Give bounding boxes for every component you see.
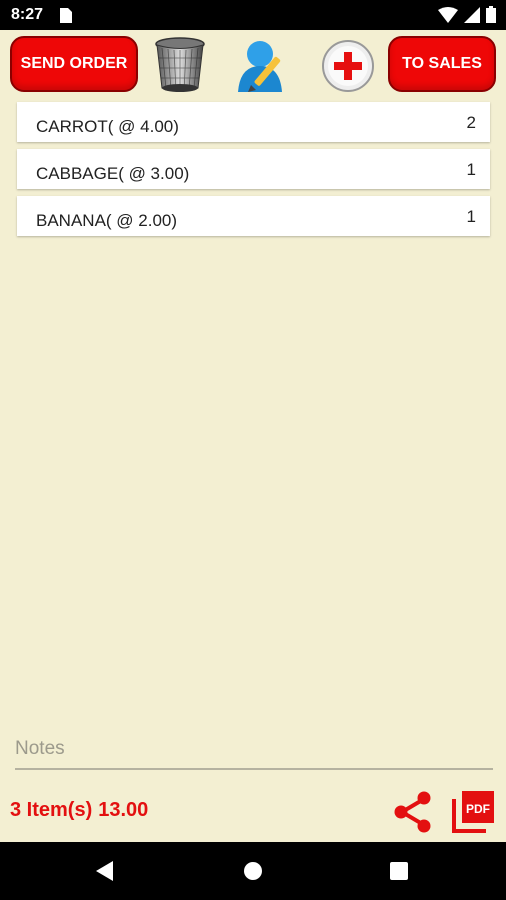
recent-apps-button[interactable] (369, 842, 429, 900)
customer-edit-icon[interactable] (236, 36, 292, 94)
trash-icon[interactable] (152, 36, 208, 94)
notes-input[interactable] (15, 732, 493, 766)
back-icon (96, 861, 113, 881)
list-item[interactable]: CABBAGE( @ 3.00) 1 (17, 149, 490, 189)
pdf-icon[interactable]: PDF (452, 789, 494, 833)
recent-apps-icon (390, 862, 408, 880)
list-item[interactable]: BANANA( @ 2.00) 1 (17, 196, 490, 236)
home-button[interactable] (223, 842, 283, 900)
share-icon[interactable] (392, 790, 434, 834)
item-qty: 2 (466, 113, 476, 132)
item-qty: 1 (466, 160, 476, 179)
item-name: BANANA( @ 2.00) (36, 211, 178, 230)
order-summary: 3 Item(s) 13.00 (10, 799, 154, 822)
signal-icon (464, 6, 480, 23)
sim-card-icon (60, 8, 72, 23)
back-button[interactable] (76, 842, 136, 900)
send-order-button[interactable]: SEND ORDER (10, 36, 138, 92)
status-bar: 8:27 (0, 0, 506, 30)
order-total: 13.00 (98, 799, 149, 821)
notes-field-wrapper (15, 732, 493, 770)
add-icon[interactable] (320, 36, 376, 94)
status-time: 8:27 (11, 6, 44, 23)
battery-icon (486, 6, 496, 23)
to-sales-button[interactable]: TO SALES (388, 36, 496, 92)
navigation-bar (0, 842, 506, 900)
item-name: CARROT( @ 4.00) (36, 117, 179, 136)
home-icon (244, 862, 262, 880)
item-name: CABBAGE( @ 3.00) (36, 164, 190, 183)
wifi-icon (438, 6, 458, 23)
svg-text:PDF: PDF (466, 802, 490, 816)
item-qty: 1 (466, 207, 476, 226)
order-list: CARROT( @ 4.00) 2 CABBAGE( @ 3.00) 1 BAN… (17, 102, 490, 243)
item-count: 3 Item(s) (10, 799, 93, 821)
status-icons (438, 6, 496, 23)
toolbar: SEND ORDER TO SALES (0, 30, 506, 100)
list-item[interactable]: CARROT( @ 4.00) 2 (17, 102, 490, 142)
